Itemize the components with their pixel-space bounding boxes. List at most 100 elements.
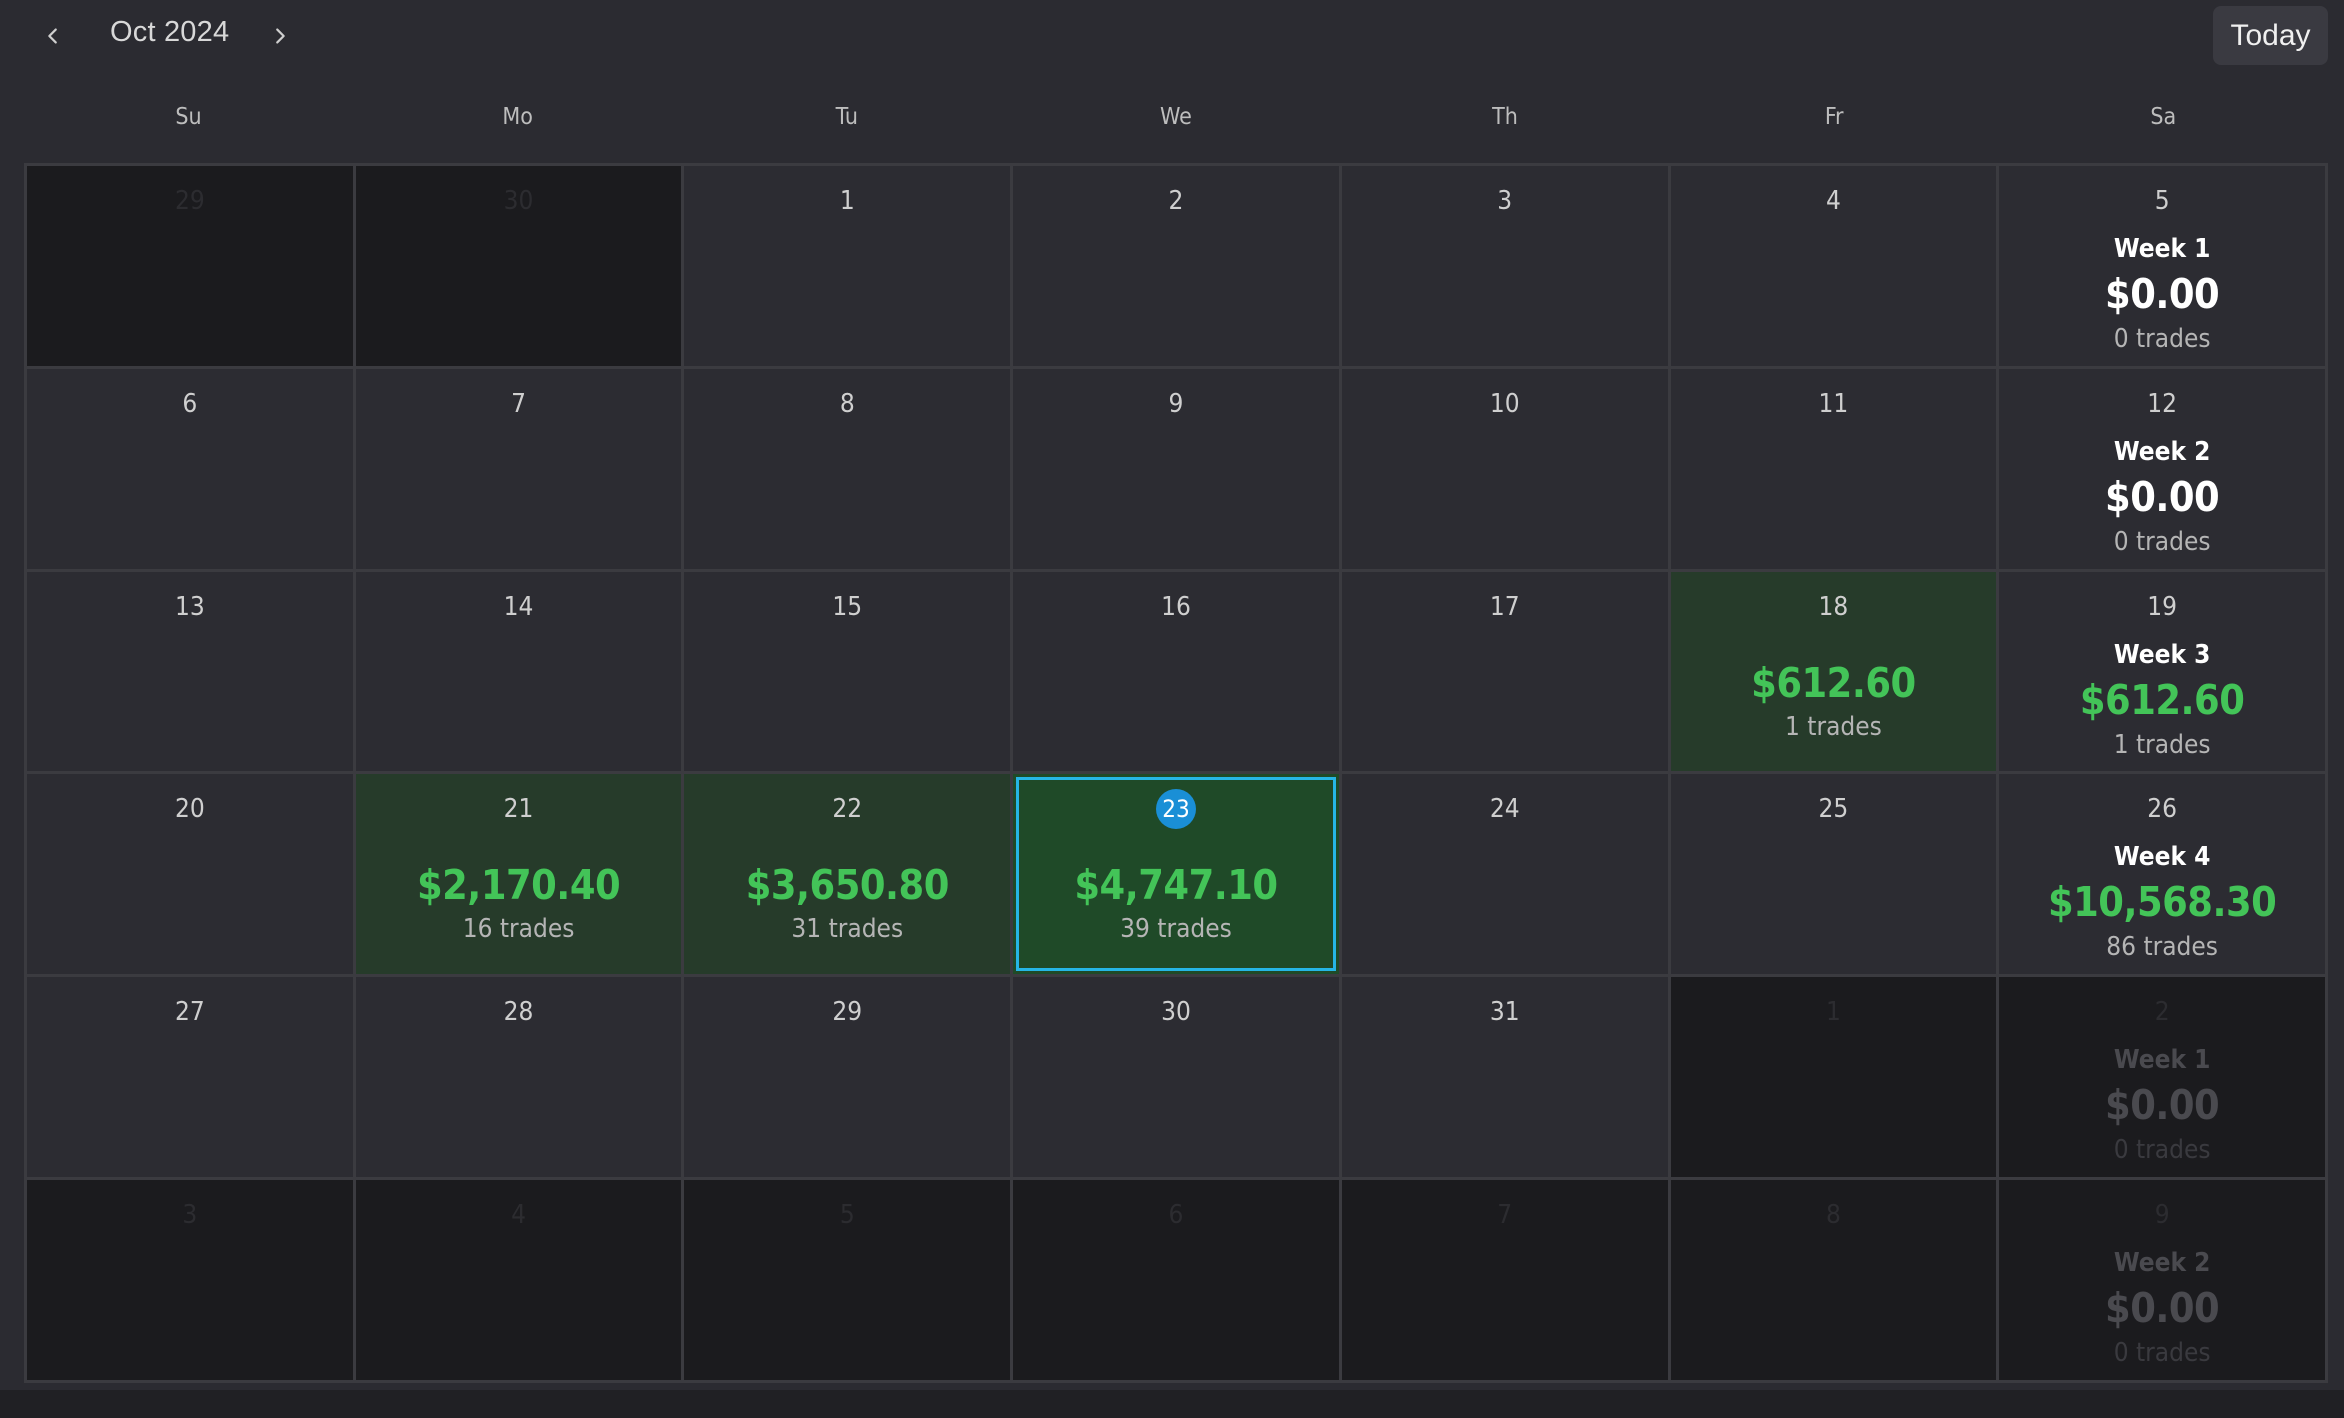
day-number: 10 [1489, 388, 1520, 419]
day-number: 13 [174, 591, 205, 622]
today-button[interactable]: Today [2213, 6, 2328, 65]
day-number: 29 [832, 997, 863, 1028]
day-number: 9 [1168, 388, 1184, 419]
day-number: 15 [832, 591, 863, 622]
day-cell[interactable]: 4 [355, 1180, 682, 1380]
day-pnl: $612.60 [1751, 658, 1916, 707]
week-trade-count: 0 trades [2113, 1338, 2211, 1369]
week-label: Week 2 [2113, 436, 2211, 467]
day-cell[interactable]: 1 [684, 166, 1011, 366]
day-cell[interactable]: 13 [27, 571, 353, 772]
day-number: 26 [2147, 794, 2178, 825]
day-number: 5 [839, 1200, 855, 1231]
day-number: 30 [503, 186, 534, 216]
day-number: 2 [2154, 997, 2170, 1028]
week-summary-cell[interactable]: 5 Week 1 $0.00 0 trades [1999, 166, 2325, 366]
day-cell[interactable]: 21 $2,170.40 16 trades [355, 774, 682, 975]
day-cell[interactable]: 9 [1013, 368, 1339, 569]
weekday-header-row: Su Mo Tu We Th Fr Sa [24, 104, 2328, 144]
day-cell[interactable]: 2 [1013, 166, 1339, 366]
day-cell[interactable]: 28 [355, 977, 682, 1178]
day-number: 8 [1825, 1200, 1841, 1231]
week-pnl: $0.00 [2105, 270, 2220, 318]
week-label: Week 1 [2113, 234, 2211, 264]
week-summary-cell[interactable]: 2 Week 1 $0.00 0 trades [1999, 977, 2325, 1178]
chevron-right-icon [276, 28, 285, 44]
day-number: 1 [839, 186, 855, 216]
day-cell[interactable]: 18 $612.60 1 trades [1670, 571, 1997, 772]
week-summary-cell[interactable]: 12 Week 2 $0.00 0 trades [1999, 368, 2325, 569]
day-cell[interactable]: 20 [27, 774, 353, 975]
day-cell[interactable]: 25 [1670, 774, 1997, 975]
day-pnl: $4,747.10 [1074, 861, 1278, 910]
day-cell[interactable]: 7 [355, 368, 682, 569]
day-pnl: $3,650.80 [745, 861, 950, 910]
day-number: 12 [2147, 388, 2178, 419]
day-cell[interactable]: 29 [684, 977, 1011, 1178]
day-cell[interactable]: 3 [27, 1180, 353, 1380]
day-cell[interactable]: 30 [355, 166, 682, 366]
week-pnl: $0.00 [2105, 1081, 2220, 1130]
day-cell[interactable]: 8 [684, 368, 1011, 569]
day-cell[interactable]: 4 [1670, 166, 1997, 366]
day-cell[interactable]: 29 [27, 166, 353, 366]
day-number: 24 [1489, 794, 1520, 825]
day-cell[interactable]: 23 $4,747.10 39 trades [1013, 774, 1339, 975]
prev-month-button[interactable] [31, 14, 75, 58]
week-summary-cell[interactable]: 9 Week 2 $0.00 0 trades [1999, 1180, 2325, 1380]
day-number: 27 [174, 997, 205, 1028]
day-cell[interactable]: 7 [1341, 1180, 1668, 1380]
weekday-label: We [1160, 104, 1192, 130]
week-summary-cell[interactable]: 19 Week 3 $612.60 1 trades [1999, 571, 2325, 772]
week-summary-cell[interactable]: 26 Week 4 $10,568.30 86 trades [1999, 774, 2325, 975]
day-cell[interactable]: 11 [1670, 368, 1997, 569]
day-cell[interactable]: 24 [1341, 774, 1668, 975]
week-trade-count: 1 trades [2113, 729, 2211, 760]
day-number: 3 [182, 1200, 198, 1231]
day-number: 6 [182, 388, 198, 419]
day-pnl: $2,170.40 [416, 861, 621, 910]
month-title: Oct 2024 [110, 16, 230, 48]
day-cell[interactable]: 31 [1341, 977, 1668, 1178]
week-pnl: $0.00 [2105, 472, 2220, 521]
day-number: 8 [839, 388, 855, 419]
day-cell[interactable]: 14 [355, 571, 682, 772]
day-number: 29 [174, 186, 205, 216]
week-pnl: $612.60 [2079, 675, 2245, 724]
week-pnl: $10,568.30 [2047, 878, 2277, 927]
day-cell[interactable]: 22 $3,650.80 31 trades [684, 774, 1011, 975]
week-trade-count: 0 trades [2113, 324, 2211, 354]
day-cell[interactable]: 16 [1013, 571, 1339, 772]
day-cell[interactable]: 30 [1013, 977, 1339, 1178]
day-number: 4 [1825, 186, 1841, 216]
day-number: 2 [1168, 186, 1184, 216]
day-number: 5 [2154, 186, 2170, 216]
day-cell[interactable]: 6 [27, 368, 353, 569]
week-trade-count: 0 trades [2113, 526, 2211, 557]
day-cell[interactable]: 15 [684, 571, 1011, 772]
day-cell[interactable]: 5 [684, 1180, 1011, 1380]
week-label: Week 2 [2113, 1248, 2211, 1279]
today-badge: 23 [1155, 789, 1196, 830]
calendar-grid: 29 30 1 2 3 4 5 Week 1 $0.00 0 trades 6 7 8 9 10 11 12 We… [24, 163, 2328, 1383]
day-cell[interactable]: 6 [1013, 1180, 1339, 1380]
day-cell[interactable]: 1 [1670, 977, 1997, 1178]
weekday-label: Th [1492, 104, 1518, 130]
day-number: 28 [503, 997, 534, 1028]
next-month-button[interactable] [258, 14, 302, 58]
day-cell[interactable]: 17 [1341, 571, 1668, 772]
day-cell[interactable]: 27 [27, 977, 353, 1178]
day-number: 4 [511, 1200, 526, 1231]
day-cell[interactable]: 8 [1670, 1180, 1997, 1380]
week-label: Week 4 [2113, 842, 2211, 873]
day-number: 22 [832, 794, 863, 825]
day-number: 31 [1489, 997, 1520, 1028]
week-pnl: $0.00 [2105, 1284, 2220, 1333]
day-trade-count: 39 trades [1120, 914, 1232, 945]
day-number: 9 [2154, 1200, 2170, 1231]
day-cell[interactable]: 10 [1341, 368, 1668, 569]
day-number: 14 [503, 591, 534, 622]
day-number: 1 [1825, 997, 1841, 1028]
day-number: 11 [1818, 388, 1849, 419]
day-cell[interactable]: 3 [1341, 166, 1668, 366]
